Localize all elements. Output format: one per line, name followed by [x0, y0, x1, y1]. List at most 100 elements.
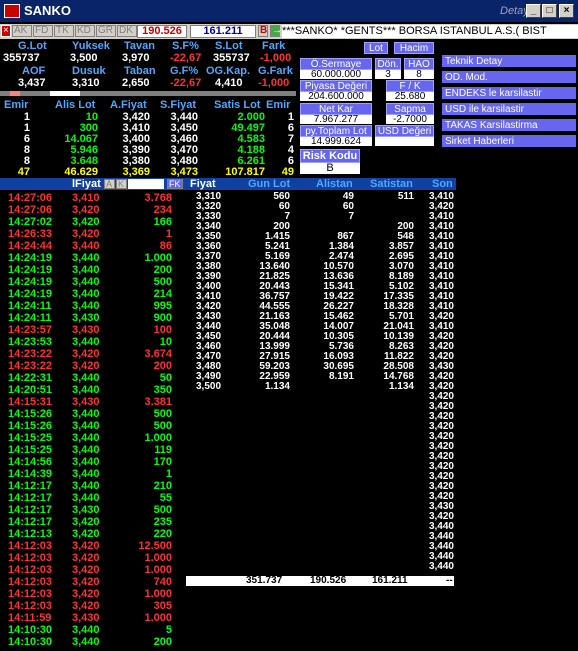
trade-price: 3,410 [72, 192, 100, 204]
trade-time: 14:12:17 [8, 504, 53, 516]
k-button[interactable]: K [116, 179, 127, 189]
top-value: 3,437 [18, 77, 46, 89]
trade-price: 3,420 [72, 588, 100, 600]
filter-input[interactable] [128, 179, 164, 189]
top-value: 2,650 [122, 77, 150, 89]
top-header: OG.Kap. [206, 65, 251, 77]
trade-qty: 220 [153, 528, 172, 540]
trade-price: 3,420 [72, 540, 100, 552]
trade-time: 14:24:19 [8, 264, 53, 276]
lot-button[interactable]: Lot [364, 42, 388, 54]
trade-time: 14:20:51 [8, 384, 53, 396]
trade-price: 3,440 [72, 420, 100, 432]
fk-button[interactable]: FK [167, 179, 183, 189]
side-button[interactable]: USD ile karsilastir [442, 103, 576, 117]
arrow-icon[interactable]: → [270, 25, 282, 37]
trade-price: 3,420 [72, 360, 100, 372]
trade-time: 14:15:26 [8, 408, 53, 420]
trade-time: 14:23:57 [8, 324, 53, 336]
depth-header: Emir [4, 99, 29, 111]
trade-qty: 500 [153, 420, 172, 432]
window-title: SANKO [24, 3, 71, 18]
top-value: 3,310 [72, 77, 100, 89]
trade-qty: 500 [153, 408, 172, 420]
totals-bar: 351.737 190.526 161.211 -- [186, 576, 454, 586]
trade-time: 14:27:06 [8, 192, 53, 204]
top-header: Tavan [124, 40, 155, 52]
trade-price: 3,430 [72, 312, 100, 324]
trade-qty: 995 [153, 300, 172, 312]
trade-time: 14:12:03 [8, 564, 53, 576]
panel-value: 25.680 [386, 92, 434, 102]
trade-price: 3,440 [72, 432, 100, 444]
panel-value: -2.7000 [386, 115, 434, 125]
top-header: Yuksek [72, 40, 110, 52]
tab-ak[interactable]: AK [12, 25, 32, 37]
total-value: -- [446, 575, 453, 586]
dist-gunlot: 1.134 [264, 381, 290, 392]
trade-qty: 234 [153, 204, 172, 216]
ticker-text: ***SANKO* *GENTS*** BORSA ISTANBUL A.S.(… [282, 25, 578, 38]
trade-qty: 119 [154, 444, 172, 456]
minimize-button[interactable]: _ [526, 4, 541, 18]
trade-time: 14:10:30 [8, 624, 53, 636]
trade-price: 3,430 [72, 504, 100, 516]
close-button[interactable]: × [559, 4, 574, 18]
trade-time: 14:23:53 [8, 336, 53, 348]
price-field-2: 161.211 [190, 25, 256, 38]
toolbar: × AK FD TK KD GR DK 190.526 161.211 B → ***SA… [0, 24, 578, 39]
trade-qty: 200 [153, 360, 172, 372]
trade-time: 14:15:25 [8, 444, 53, 456]
trade-time: 14:12:03 [8, 588, 53, 600]
top-header: G.Fark [258, 65, 293, 77]
top-value: -22,67 [170, 52, 202, 64]
trade-time: 14:15:31 [8, 396, 53, 408]
depth-header: A.Fiyat [110, 99, 147, 111]
trade-qty: 100 [153, 324, 172, 336]
total-value: 351.737 [246, 575, 283, 586]
trade-price: 3,440 [72, 480, 100, 492]
trade-price: 3,440 [72, 624, 100, 636]
side-button[interactable]: TAKAS Karsilastirma [442, 119, 576, 133]
tab-kd[interactable]: KD [75, 25, 95, 37]
top-header: Dusuk [72, 65, 106, 77]
trade-qty: 200 [153, 264, 172, 276]
top-header: S.Lot [215, 40, 243, 52]
trade-price: 3,440 [72, 456, 100, 468]
tab-gr[interactable]: GR [96, 25, 116, 37]
tab-fd[interactable]: FD [33, 25, 53, 37]
tab-tk[interactable]: TK [54, 25, 74, 37]
trade-qty: 305 [153, 600, 172, 612]
trade-qty: 1.000 [144, 612, 172, 624]
b-button[interactable]: B [258, 25, 268, 37]
trade-qty: 10 [159, 336, 172, 348]
depth-header: Satis Lot [214, 99, 261, 111]
trade-price: 3,440 [72, 408, 100, 420]
top-header: Fark [262, 40, 286, 52]
trade-time: 14:24:19 [8, 288, 53, 300]
maximize-button[interactable]: □ [542, 4, 557, 18]
trade-price: 3,420 [72, 204, 100, 216]
side-button[interactable]: ENDEKS le karsilastir [442, 87, 576, 101]
trade-price: 3,440 [72, 384, 100, 396]
panel-value: 7.967.277 [300, 115, 372, 125]
trade-price: 3,420 [72, 348, 100, 360]
risk-label: Risk Kodu [300, 149, 360, 163]
side-button[interactable]: OD. Mod. [442, 71, 576, 85]
depth-cell: 47 [17, 166, 30, 178]
trade-price: 3,440 [72, 372, 100, 384]
trade-time: 14:27:02 [8, 216, 53, 228]
trade-price: 3,420 [72, 564, 100, 576]
top-header: G.Lot [18, 40, 47, 52]
dist-alistan: 60 [342, 201, 354, 212]
hacim-button[interactable]: Hacim [394, 42, 434, 54]
tab-dk[interactable]: DK [117, 25, 137, 37]
a-button[interactable]: A [104, 179, 115, 189]
trade-qty: 740 [153, 576, 172, 588]
side-button[interactable]: Teknik Detay [442, 55, 576, 69]
top-value: -1,000 [258, 77, 290, 89]
trade-price: 3,440 [72, 252, 100, 264]
side-button[interactable]: Sirket Haberleri [442, 135, 576, 149]
close-icon[interactable]: × [1, 25, 11, 37]
top-value: 3,500 [70, 52, 98, 64]
